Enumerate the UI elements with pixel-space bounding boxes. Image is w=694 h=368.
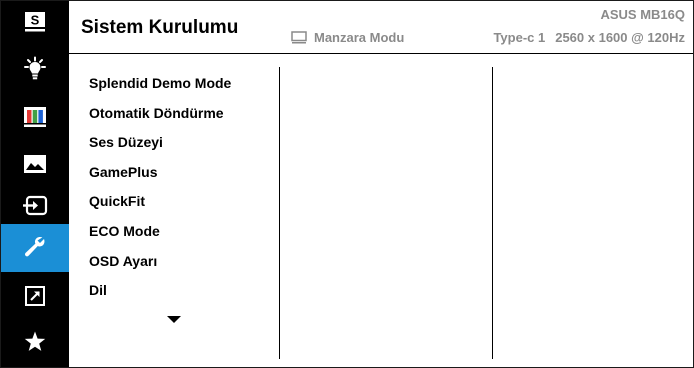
column-divider-2 — [492, 67, 493, 359]
menu-item-splendid-demo-mode[interactable]: Splendid Demo Mode — [89, 69, 231, 99]
resolution: 2560 x 1600 @ 120Hz — [555, 30, 685, 45]
color-icon — [24, 107, 46, 127]
menu-item-gameplus[interactable]: GamePlus — [89, 158, 231, 188]
blue-light-icon — [24, 56, 46, 80]
menu-item-auto-rotate[interactable]: Otomatik Döndürme — [89, 99, 231, 129]
display-mode-label: Manzara Modu — [314, 30, 405, 45]
sidebar-item-color[interactable] — [1, 98, 69, 136]
sidebar-item-favorite[interactable] — [1, 323, 69, 361]
menu-item-quickfit[interactable]: QuickFit — [89, 187, 231, 217]
osd-menu: S Sistem Kurulumu ASUS MB16Q Manzara Mod… — [0, 0, 694, 368]
main-panel: Sistem Kurulumu ASUS MB16Q Manzara Modu … — [69, 1, 693, 367]
settings-menu: Splendid Demo Mode Otomatik Döndürme Ses… — [89, 69, 231, 306]
menu-item-language[interactable]: Dil — [89, 276, 231, 306]
landscape-monitor-icon — [291, 31, 307, 44]
sidebar-item-image[interactable] — [1, 145, 69, 183]
system-setup-icon — [25, 236, 45, 257]
sidebar-item-input-select[interactable] — [1, 187, 69, 225]
shortcut-icon — [25, 286, 45, 306]
input-select-icon — [23, 195, 48, 216]
menu-item-eco-mode[interactable]: ECO Mode — [89, 217, 231, 247]
sidebar-item-blue-light[interactable] — [1, 50, 69, 88]
favorite-star-icon — [24, 331, 46, 351]
column-divider-1 — [279, 67, 280, 359]
display-mode: Manzara Modu — [291, 30, 404, 45]
sidebar-item-shortcut[interactable] — [1, 277, 69, 315]
sidebar: S — [1, 1, 69, 367]
input-source: Type-c 1 — [493, 30, 546, 45]
splendid-icon: S — [25, 12, 45, 32]
down-arrow-icon[interactable] — [167, 316, 181, 323]
sidebar-item-splendid[interactable]: S — [1, 3, 69, 41]
splendid-icon-letter: S — [31, 13, 40, 28]
menu-item-osd-setup[interactable]: OSD Ayarı — [89, 247, 231, 277]
sidebar-item-system-setup[interactable] — [1, 224, 69, 272]
page-title: Sistem Kurulumu — [81, 17, 239, 38]
input-resolution-info: Type-c 1 2560 x 1600 @ 120Hz — [493, 30, 685, 45]
menu-item-volume[interactable]: Ses Düzeyi — [89, 128, 231, 158]
monitor-model: ASUS MB16Q — [600, 7, 685, 22]
header-divider — [69, 53, 693, 54]
image-icon — [24, 155, 46, 173]
